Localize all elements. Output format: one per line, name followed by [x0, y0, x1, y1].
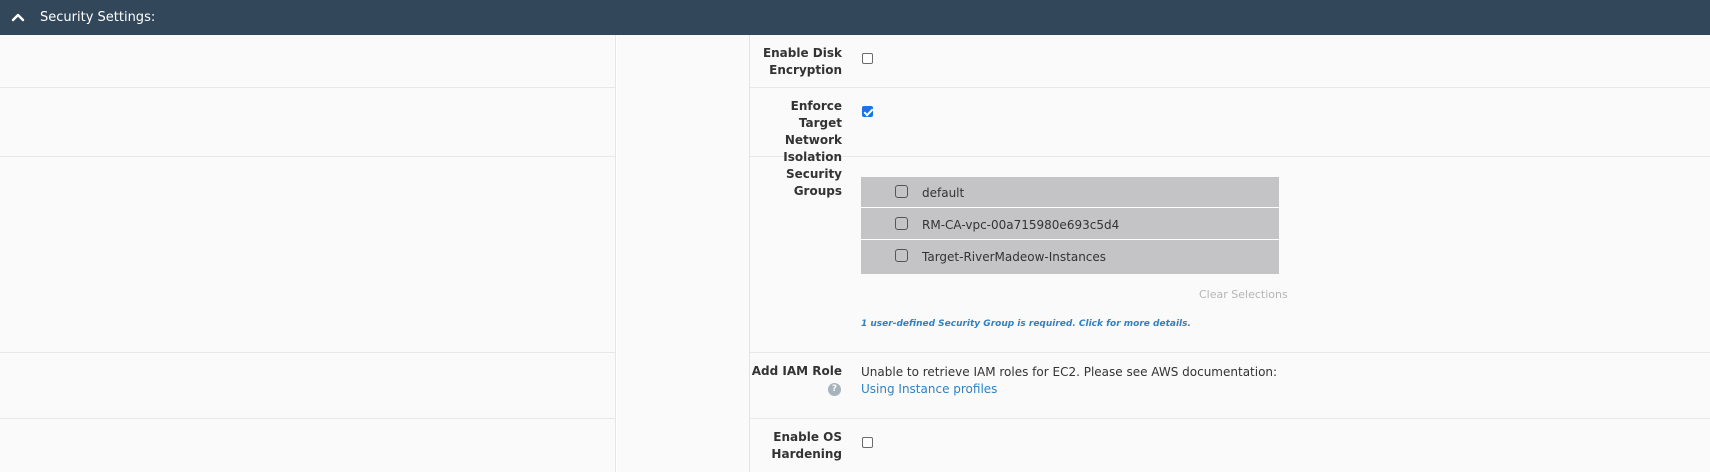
- row-divider: [750, 418, 1710, 419]
- row-divider: [750, 156, 1710, 157]
- row-divider: [750, 87, 1710, 88]
- iam-role-message: Unable to retrieve IAM roles for EC2. Pl…: [861, 365, 1278, 396]
- question-circle-icon[interactable]: ?: [828, 383, 841, 396]
- clear-selections-button[interactable]: Clear Selections: [1199, 288, 1288, 301]
- security-group-checkbox[interactable]: [895, 217, 908, 230]
- row-divider: [0, 87, 616, 88]
- os-hardening-checkbox[interactable]: [862, 437, 873, 448]
- network-isolation-checkbox[interactable]: [862, 106, 873, 117]
- security-group-label: RM-CA-vpc-00a715980e693c5d4: [922, 218, 1120, 232]
- security-group-option[interactable]: Target-RiverMadeow-Instances: [861, 241, 1279, 272]
- row-divider: [0, 352, 616, 353]
- section-title: Security Settings:: [40, 10, 156, 25]
- os-hardening-label: Enable OS Hardening: [771, 430, 842, 461]
- security-group-option[interactable]: default: [861, 177, 1279, 208]
- instance-profiles-link[interactable]: Using Instance profiles: [861, 382, 997, 396]
- security-group-label: Target-RiverMadeow-Instances: [922, 250, 1107, 264]
- security-group-hint-link[interactable]: 1 user-defined Security Group is require…: [861, 319, 1191, 329]
- security-group-label: default: [922, 186, 965, 200]
- chevron-up-icon[interactable]: [11, 12, 25, 22]
- row-divider: [0, 418, 616, 419]
- security-group-option[interactable]: RM-CA-vpc-00a715980e693c5d4: [861, 209, 1279, 240]
- section-header[interactable]: Security Settings:: [0, 0, 1710, 35]
- middle-column: [617, 35, 750, 472]
- disk-encryption-checkbox[interactable]: [862, 53, 873, 64]
- row-divider: [750, 352, 1710, 353]
- disk-encryption-label: Enable Disk Encryption: [762, 46, 842, 77]
- network-isolation-label: Enforce Target Network Isolation: [783, 99, 842, 164]
- security-group-checkbox[interactable]: [895, 185, 908, 198]
- row-divider: [0, 156, 616, 157]
- left-column: [0, 35, 616, 472]
- security-group-checkbox[interactable]: [895, 249, 908, 262]
- security-groups-list: default RM-CA-vpc-00a715980e693c5d4 Targ…: [861, 177, 1279, 274]
- security-groups-label: Security Groups: [785, 167, 842, 198]
- iam-role-label: Add IAM Role: [751, 364, 842, 378]
